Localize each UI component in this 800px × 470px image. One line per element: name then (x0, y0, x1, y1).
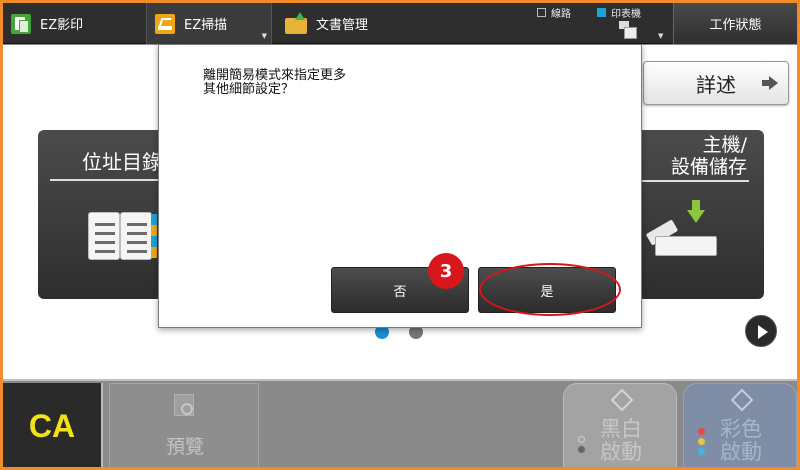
arrow-right-icon (762, 76, 778, 90)
indicator-light-icon (698, 428, 705, 435)
tab-ez-copy[interactable]: EZ影印 (11, 3, 141, 44)
details-button[interactable]: 詳述 (643, 61, 789, 105)
dropdown-arrow-icon: ▼ (261, 32, 267, 40)
job-status-button[interactable]: 工作狀態 (673, 3, 797, 44)
dropdown-arrow-icon: ▼ (658, 32, 664, 40)
confirm-dialog: 離開簡易模式來指定更多 其他細節設定？ 否 是 3 (158, 44, 642, 328)
usb-storage-icon (645, 200, 727, 266)
no-label: 否 (393, 284, 407, 300)
folder-upload-icon (285, 11, 307, 34)
highlight-ring (479, 263, 621, 316)
address-book-icon (88, 212, 160, 264)
line-status: 線路 (537, 5, 571, 20)
bw-start-line2: 啟動 (600, 440, 642, 464)
indicator-light-icon (578, 446, 585, 453)
bottom-action-bar: CA 預覽 黑白 啟動 彩色 啟動 (3, 379, 797, 467)
tab-document-filing[interactable]: 文書管理 (285, 3, 435, 44)
start-icon (610, 388, 634, 412)
line-status-label: 線路 (551, 9, 571, 20)
bw-start-line1: 黑白 (600, 417, 642, 441)
dialog-message: 離開簡易模式來指定更多 其他細節設定？ (203, 68, 347, 97)
start-icon (730, 388, 754, 412)
indicator-light-icon (698, 438, 705, 445)
printer-status-indicator-icon (597, 8, 606, 17)
tab-ez-scan-label: EZ掃描 (184, 18, 228, 33)
divider (627, 180, 749, 182)
device-status-area[interactable]: 線路 印表機 ▼ (533, 3, 673, 44)
screen-frame: EZ影印 EZ掃描 ▼ 文書管理 線路 印表機 ▼ 工作狀態 詳述 位址目錄 主… (3, 3, 797, 467)
tab-ez-scan[interactable]: EZ掃描 ▼ (146, 3, 272, 44)
clear-all-label: CA (28, 407, 76, 444)
preview-button[interactable]: 預覽 (109, 383, 259, 467)
tab-ez-copy-label: EZ影印 (40, 18, 84, 33)
top-navigation-bar: EZ影印 EZ掃描 ▼ 文書管理 線路 印表機 ▼ 工作狀態 (3, 3, 797, 44)
preview-icon (174, 394, 194, 416)
color-start-line2: 啟動 (720, 440, 762, 464)
step-badge: 3 (428, 253, 464, 289)
address-book-title: 位址目錄 (82, 150, 162, 174)
storage-title-line1: 主機/ (702, 134, 747, 156)
storage-title-line2: 設備儲存 (670, 156, 747, 178)
host-device-storage-title: 主機/ 設備儲存 (627, 134, 747, 178)
indicator-light-icon (578, 436, 585, 443)
clear-all-button[interactable]: CA (3, 383, 103, 467)
scan-icon (155, 13, 175, 34)
bw-start-button[interactable]: 黑白 啟動 (563, 383, 677, 467)
host-device-storage-card[interactable]: 主機/ 設備儲存 (627, 130, 764, 299)
line-status-indicator-icon (537, 8, 546, 17)
address-book-card[interactable]: 位址目錄 (38, 130, 178, 299)
printer-status-label: 印表機 (611, 9, 641, 20)
printer-jobs-icon (619, 21, 637, 39)
next-page-button[interactable] (745, 315, 777, 347)
indicator-light-icon (698, 448, 705, 455)
color-start-label: 彩色 啟動 (720, 418, 762, 464)
printer-status: 印表機 (597, 5, 641, 20)
color-start-button[interactable]: 彩色 啟動 (683, 383, 797, 467)
job-status-label: 工作狀態 (709, 18, 762, 33)
details-label: 詳述 (696, 72, 736, 97)
copy-icon (11, 13, 31, 34)
tab-document-filing-label: 文書管理 (316, 18, 369, 33)
bw-start-label: 黑白 啟動 (600, 418, 642, 464)
color-start-line1: 彩色 (720, 417, 762, 441)
preview-label: 預覽 (165, 436, 204, 458)
